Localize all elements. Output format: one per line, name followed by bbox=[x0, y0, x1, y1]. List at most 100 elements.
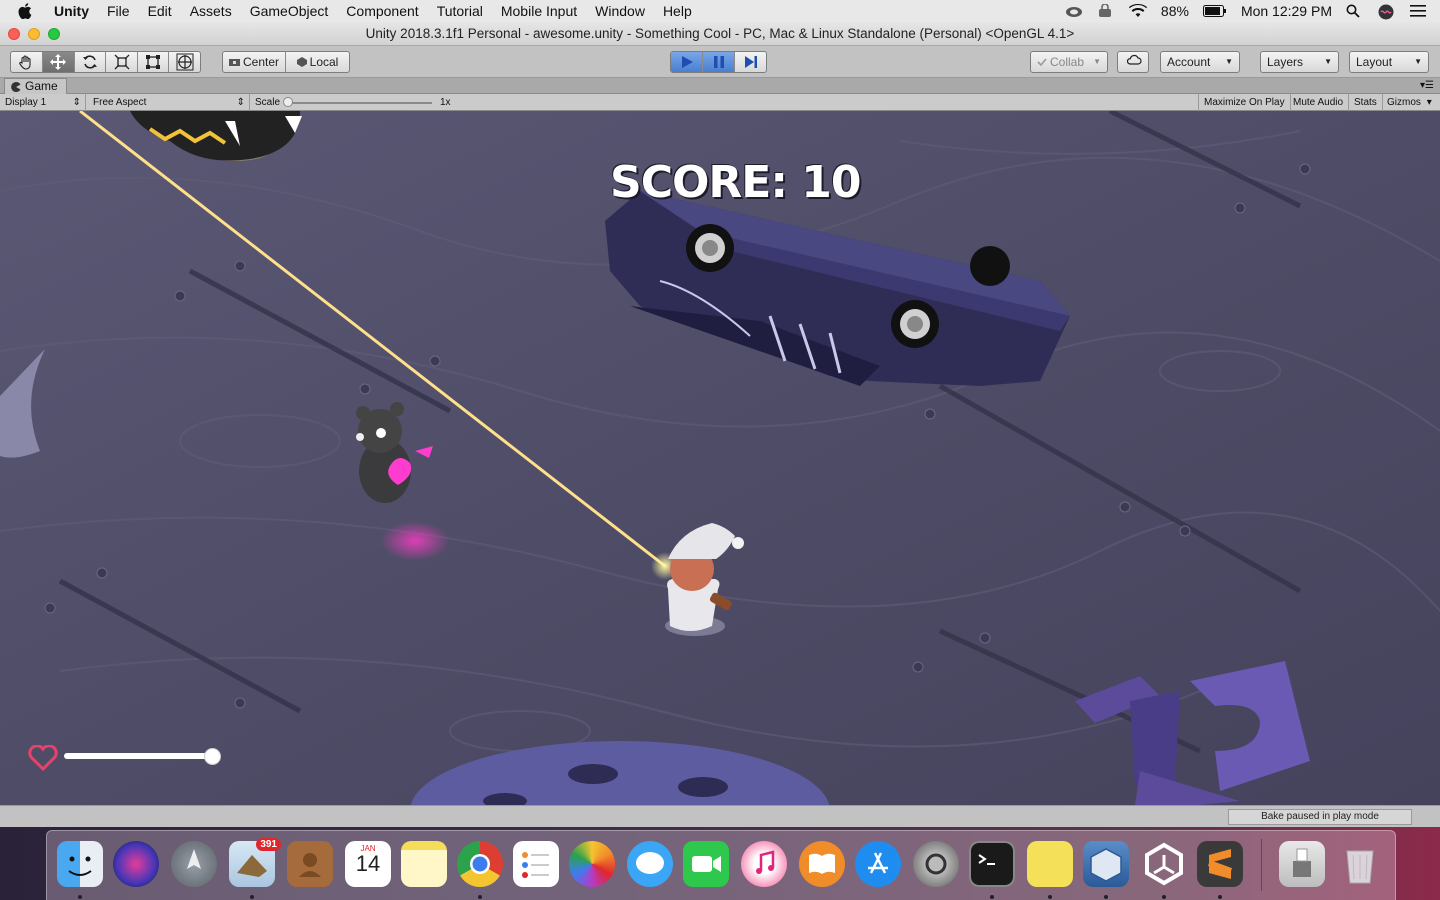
rect-tool-icon[interactable] bbox=[138, 52, 170, 72]
photos-icon[interactable] bbox=[569, 841, 615, 887]
launchpad-icon[interactable] bbox=[171, 841, 217, 887]
gizmos-dropdown[interactable]: Gizmos ▾ bbox=[1382, 94, 1437, 111]
downloads-stack-icon[interactable] bbox=[1279, 841, 1325, 887]
menubar-clock[interactable]: Mon 12:29 PM bbox=[1241, 3, 1332, 19]
virtualbox-running-dot bbox=[1104, 895, 1108, 899]
chrome-icon[interactable] bbox=[457, 841, 503, 887]
chevron-updown-icon: ⇕ bbox=[236, 97, 245, 108]
menu-gameobject[interactable]: GameObject bbox=[250, 3, 329, 19]
scale-label: Scale bbox=[255, 97, 281, 108]
stickies-icon[interactable] bbox=[1027, 841, 1073, 887]
cloud-button[interactable] bbox=[1117, 51, 1149, 73]
creative-cloud-icon[interactable] bbox=[1065, 4, 1083, 18]
mute-audio-toggle[interactable]: Mute Audio bbox=[1288, 94, 1350, 111]
itunes-icon[interactable] bbox=[741, 841, 787, 887]
pivot-center-label: Center bbox=[242, 55, 280, 69]
menu-file[interactable]: File bbox=[107, 3, 130, 19]
pivot-center-button[interactable]: Center bbox=[223, 52, 287, 72]
menu-tutorial[interactable]: Tutorial bbox=[437, 3, 483, 19]
game-viewport[interactable]: SCORE: 10 bbox=[0, 111, 1440, 805]
menu-help[interactable]: Help bbox=[663, 3, 692, 19]
chevron-down-icon: ▼ bbox=[1225, 57, 1233, 66]
trash-icon[interactable] bbox=[1337, 841, 1383, 887]
scale-slider-handle[interactable] bbox=[283, 97, 293, 107]
pivot-local-label: Local bbox=[309, 55, 339, 69]
health-bar-handle[interactable] bbox=[204, 748, 221, 765]
menu-window[interactable]: Window bbox=[595, 3, 645, 19]
chevron-down-icon: ▼ bbox=[1093, 57, 1101, 66]
layout-dropdown[interactable]: Layout ▼ bbox=[1349, 51, 1429, 73]
display-dropdown[interactable]: Display 1 ⇕ bbox=[0, 94, 86, 111]
score-display: SCORE: 10 bbox=[610, 157, 861, 208]
ibooks-icon[interactable] bbox=[799, 841, 845, 887]
terminal-icon[interactable] bbox=[969, 841, 1015, 887]
vpn-icon[interactable] bbox=[1097, 3, 1115, 18]
chevron-down-icon: ▾ bbox=[1426, 97, 1432, 108]
collab-dropdown[interactable]: Collab ▼ bbox=[1030, 51, 1108, 73]
window-minimize-button[interactable] bbox=[28, 28, 40, 40]
tab-game[interactable]: Game bbox=[4, 78, 67, 94]
maximize-on-play-toggle[interactable]: Maximize On Play bbox=[1198, 94, 1291, 111]
hand-tool-icon[interactable] bbox=[11, 52, 43, 72]
battery-icon[interactable] bbox=[1202, 4, 1227, 18]
tab-game-label: Game bbox=[25, 79, 58, 93]
pacman-icon bbox=[11, 81, 21, 92]
game-view-controls: Display 1 ⇕ Free Aspect ⇕ Scale 1x Maxim… bbox=[0, 94, 1440, 111]
stickies-running-dot bbox=[1048, 895, 1052, 899]
window-close-button[interactable] bbox=[8, 28, 20, 40]
unity-app-icon[interactable] bbox=[1141, 841, 1187, 887]
transform-tool-icon[interactable] bbox=[169, 52, 200, 72]
tab-menu-icon[interactable]: ▾☰ bbox=[1420, 80, 1434, 91]
account-dropdown[interactable]: Account ▼ bbox=[1160, 51, 1240, 73]
menu-component[interactable]: Component bbox=[346, 3, 418, 19]
stats-label: Stats bbox=[1354, 97, 1377, 108]
maximize-on-play-label: Maximize On Play bbox=[1204, 97, 1285, 108]
scale-value: 1x bbox=[440, 97, 451, 108]
gizmos-label: Gizmos bbox=[1387, 97, 1421, 108]
scale-tool-icon[interactable] bbox=[106, 52, 139, 72]
aspect-label: Free Aspect bbox=[93, 97, 147, 108]
collab-label: Collab bbox=[1050, 55, 1085, 69]
window-title: Unity 2018.3.1f1 Personal - awesome.unit… bbox=[365, 26, 1075, 41]
virtualbox-icon[interactable] bbox=[1083, 841, 1129, 887]
dock: 391 JAN 14 bbox=[46, 830, 1396, 900]
pivot-local-button[interactable]: Local bbox=[286, 52, 349, 72]
system-preferences-icon[interactable] bbox=[913, 841, 959, 887]
menu-app-name[interactable]: Unity bbox=[54, 3, 89, 19]
menu-mobile-input[interactable]: Mobile Input bbox=[501, 3, 577, 19]
menu-edit[interactable]: Edit bbox=[148, 3, 172, 19]
calendar-icon[interactable]: JAN 14 bbox=[345, 841, 391, 887]
spotlight-search-icon[interactable] bbox=[1346, 4, 1364, 18]
menu-assets[interactable]: Assets bbox=[190, 3, 232, 19]
reminders-icon[interactable] bbox=[513, 841, 559, 887]
messages-icon[interactable] bbox=[627, 841, 673, 887]
finder-icon[interactable] bbox=[57, 841, 103, 887]
mute-audio-label: Mute Audio bbox=[1293, 97, 1344, 108]
play-button[interactable] bbox=[671, 52, 703, 72]
display-label: Display 1 bbox=[5, 97, 47, 108]
siri-icon[interactable] bbox=[1378, 4, 1396, 20]
move-tool-icon[interactable] bbox=[42, 52, 75, 72]
transform-tools bbox=[10, 51, 201, 73]
window-maximize-button[interactable] bbox=[48, 28, 60, 40]
aspect-dropdown[interactable]: Free Aspect ⇕ bbox=[88, 94, 250, 111]
collab-check-icon bbox=[1037, 58, 1047, 67]
siri-icon[interactable] bbox=[113, 841, 159, 887]
terminal-running-dot bbox=[990, 895, 994, 899]
layers-dropdown[interactable]: Layers ▼ bbox=[1260, 51, 1339, 73]
stats-toggle[interactable]: Stats bbox=[1349, 94, 1383, 111]
rotate-tool-icon[interactable] bbox=[75, 52, 107, 72]
contacts-icon[interactable] bbox=[287, 841, 333, 887]
pause-button[interactable] bbox=[703, 52, 735, 72]
step-button[interactable] bbox=[735, 52, 766, 72]
scale-slider-track[interactable] bbox=[286, 102, 432, 104]
notification-center-icon[interactable] bbox=[1410, 4, 1428, 18]
notes-icon[interactable] bbox=[401, 841, 447, 887]
wifi-icon[interactable] bbox=[1128, 3, 1147, 18]
mail-icon[interactable]: 391 bbox=[229, 838, 281, 887]
battery-percent[interactable]: 88% bbox=[1161, 3, 1189, 19]
sublime-text-icon[interactable] bbox=[1197, 841, 1243, 887]
facetime-icon[interactable] bbox=[683, 841, 729, 887]
apple-menu-icon[interactable] bbox=[18, 3, 38, 19]
app-store-icon[interactable] bbox=[855, 841, 901, 887]
